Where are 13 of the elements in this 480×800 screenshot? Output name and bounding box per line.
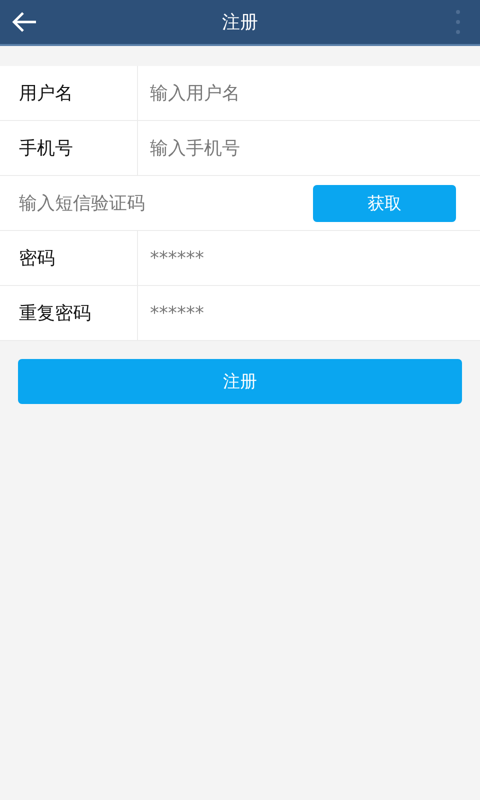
input-field[interactable]: 输入手机号 [138, 120, 480, 176]
field-label: 密码 [0, 231, 138, 285]
register-button[interactable]: 注册 [18, 359, 462, 404]
field-label: 用户名 [0, 66, 138, 120]
input-field[interactable]: ****** [138, 230, 480, 286]
input-field[interactable]: 输入用户名 [138, 65, 480, 121]
field-label: 手机号 [0, 121, 138, 175]
input-field[interactable]: ****** [138, 285, 480, 341]
field-label: 重复密码 [0, 286, 138, 340]
back-arrow-icon[interactable] [10, 10, 38, 34]
get-code-button[interactable]: 获取 [313, 184, 456, 222]
page-title: 注册 [222, 12, 258, 33]
code-input-field[interactable]: 输入短信验证码 [0, 175, 313, 231]
